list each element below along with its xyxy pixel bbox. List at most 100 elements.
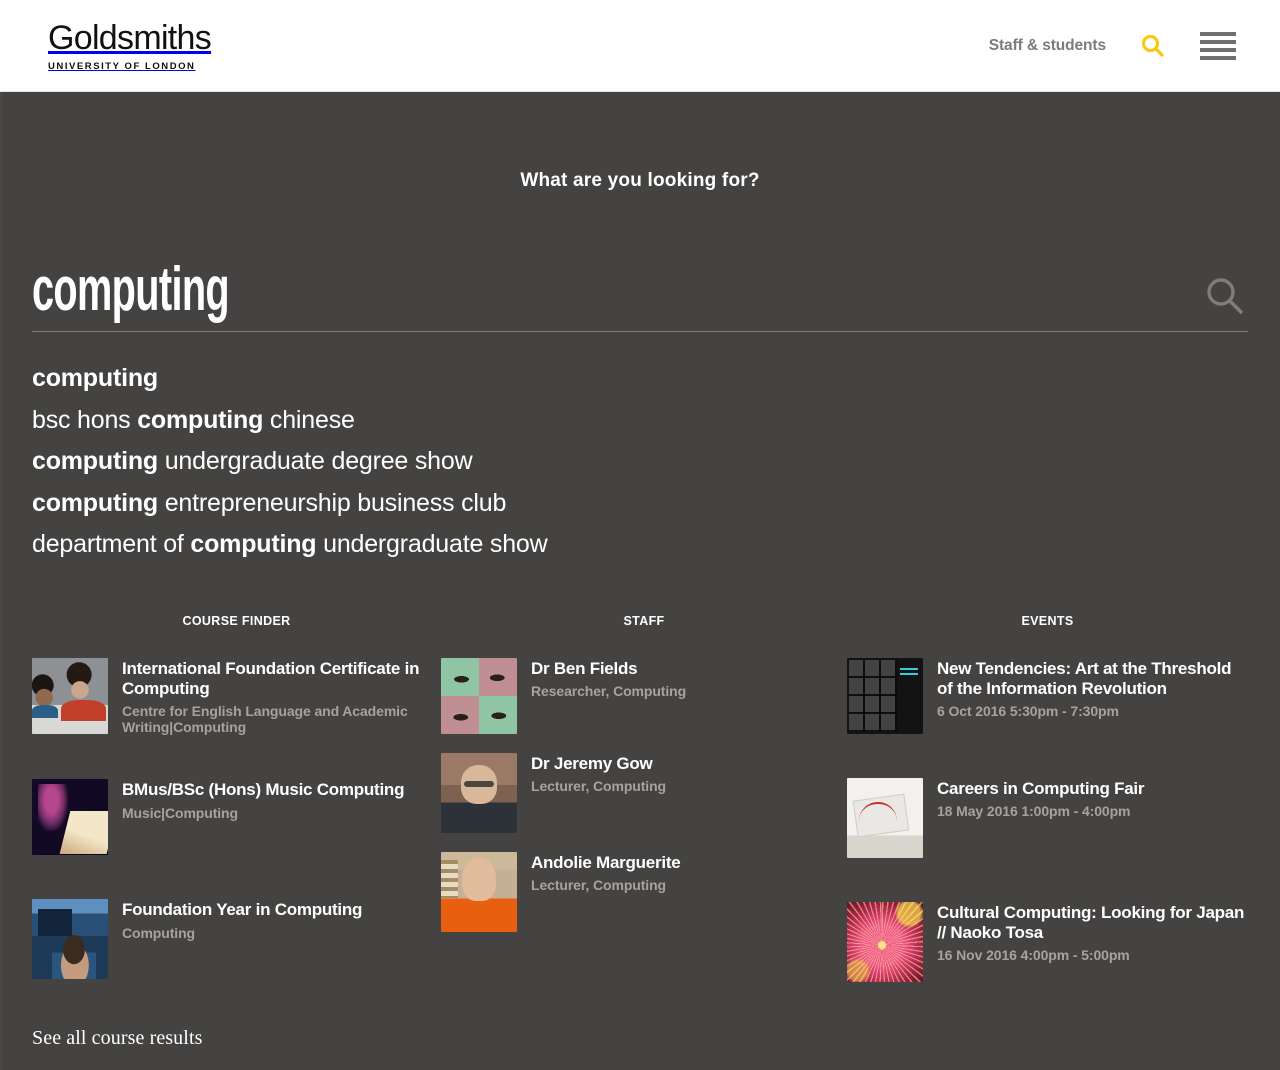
column-heading-course-finder: COURSE FINDER — [182, 613, 291, 628]
course-result-item[interactable]: International Foundation Certificate in … — [32, 657, 441, 736]
suggestion-item[interactable]: computing entrepreneurship business club — [32, 483, 1248, 525]
title-match: Computing — [1003, 902, 1092, 922]
title-match: Computing — [316, 780, 405, 800]
events-results-list: New Tendencies: Art at the Threshold of … — [847, 657, 1248, 982]
suggestion-match: computing — [137, 405, 264, 434]
column-course-finder: COURSE FINDER International Foundation C… — [32, 614, 441, 1051]
hamburger-menu-icon[interactable] — [1200, 32, 1236, 60]
site-header: Goldsmiths UNIVERSITY OF LONDON Staff & … — [0, 0, 1280, 92]
event-result-body: Careers in Computing Fair 18 May 2016 1:… — [937, 778, 1144, 819]
title-match: Computing — [274, 900, 363, 920]
search-input[interactable] — [32, 254, 608, 325]
staff-result-role: Researcher, Computing — [531, 682, 687, 699]
course-result-meta: Computing — [122, 924, 195, 941]
hamburger-bar — [1200, 56, 1236, 60]
search-submit-button[interactable] — [1202, 273, 1248, 325]
title-prefix: International Foundation Certificate in — [122, 658, 420, 678]
course-result-meta: Centre for English Language and Academic… — [122, 703, 408, 736]
andolie-marguerite-portrait-thumbnail — [441, 851, 517, 932]
jeremy-gow-portrait-thumbnail — [441, 752, 517, 833]
music-laptop-thumbnail — [32, 779, 108, 856]
search-suggestions-list: computing bsc hons computing chinese com… — [32, 358, 1248, 566]
event-result-title: Cultural Computing: Looking for Japan //… — [937, 903, 1244, 942]
suggestion-item[interactable]: department of computing undergraduate sh… — [32, 524, 1248, 566]
naoko-tosa-bloom-thumbnail — [847, 901, 923, 982]
column-heading-staff: STAFF — [623, 613, 665, 628]
course-result-meta: Music|Computing — [122, 804, 238, 821]
suggestion-prefix: bsc hons — [32, 405, 138, 434]
staff-result-item[interactable]: Dr Ben Fields Researcher, Computing — [441, 657, 847, 734]
header-actions: Staff & students — [989, 32, 1236, 60]
title-suffix: Fair — [1109, 778, 1145, 798]
search-overlay: What are you looking for? computing bsc … — [0, 92, 1280, 1070]
event-result-title: New Tendencies: Art at the Threshold of … — [937, 658, 1232, 698]
suggestion-item[interactable]: computing — [32, 358, 1248, 400]
course-result-item[interactable]: BMus/BSc (Hons) Music Computing Music|Co… — [32, 779, 441, 856]
title-prefix: Foundation Year in — [122, 900, 275, 920]
course-result-title: International Foundation Certificate in … — [122, 659, 419, 698]
event-result-item[interactable]: Cultural Computing: Looking for Japan //… — [847, 901, 1248, 982]
new-tendencies-poster-thumbnail — [847, 657, 923, 734]
column-events: EVENTS New Tendencies: Art at the Thresh… — [847, 614, 1248, 1051]
course-result-body: International Foundation Certificate in … — [122, 658, 441, 736]
event-result-body: Cultural Computing: Looking for Japan //… — [937, 902, 1248, 964]
search-icon[interactable] — [1140, 33, 1166, 59]
duotone-eyes-portrait-thumbnail — [441, 657, 517, 734]
computer-lab-thumbnail — [32, 899, 108, 980]
course-result-body: BMus/BSc (Hons) Music Computing Music|Co… — [122, 779, 404, 820]
event-result-title: Careers in Computing Fair — [937, 779, 1144, 798]
classroom-students-thumbnail — [32, 657, 108, 734]
title-match: Computing — [1022, 778, 1110, 798]
search-prompt: What are you looking for? — [520, 170, 760, 191]
column-staff: STAFF Dr Ben Fields Researcher, Computin… — [441, 614, 847, 1051]
staff-and-students-link[interactable]: Staff & students — [989, 37, 1106, 55]
staff-result-name: Andolie Marguerite — [531, 852, 681, 872]
hamburger-bar — [1200, 32, 1236, 36]
suggestion-match: computing — [32, 447, 158, 475]
staff-result-role: Lecturer, Computing — [531, 876, 666, 893]
suggestion-prefix: department of — [32, 530, 191, 558]
event-result-date: 6 Oct 2016 5:30pm - 7:30pm — [937, 703, 1119, 720]
title-match: Computing — [122, 678, 210, 698]
staff-results-list: Dr Ben Fields Researcher, Computing Dr J… — [441, 657, 847, 932]
event-result-body: New Tendencies: Art at the Threshold of … — [937, 658, 1248, 720]
suggestion-item[interactable]: computing undergraduate degree show — [32, 441, 1248, 483]
staff-result-item[interactable]: Dr Jeremy Gow Lecturer, Computing — [441, 752, 847, 833]
suggestion-match: computing — [190, 530, 317, 558]
search-area — [32, 192, 1248, 332]
staff-result-role: Lecturer, Computing — [531, 777, 666, 794]
staff-result-body: Dr Ben Fields Researcher, Computing — [531, 658, 686, 699]
course-result-body: Foundation Year in Computing Computing — [122, 899, 362, 940]
event-result-item[interactable]: New Tendencies: Art at the Threshold of … — [847, 657, 1248, 734]
search-results-columns: COURSE FINDER International Foundation C… — [32, 614, 1248, 1051]
hamburger-bar — [1200, 40, 1236, 44]
course-result-item[interactable]: Foundation Year in Computing Computing — [32, 899, 441, 980]
course-result-title: BMus/BSc (Hons) Music Computing — [122, 780, 404, 799]
suggestion-item[interactable]: bsc hons computing chinese — [32, 400, 1248, 442]
logo-wordmark: Goldsmiths — [48, 18, 212, 57]
suggestion-suffix: undergraduate degree show — [157, 447, 473, 475]
staff-result-body: Andolie Marguerite Lecturer, Computing — [531, 852, 681, 893]
staff-result-name: Dr Jeremy Gow — [531, 753, 653, 773]
course-results-list: International Foundation Certificate in … — [32, 657, 441, 980]
search-row — [32, 254, 1248, 332]
staff-result-item[interactable]: Andolie Marguerite Lecturer, Computing — [441, 851, 847, 932]
title-prefix: Cultural — [937, 902, 1004, 922]
suggestion-match: computing — [32, 488, 158, 517]
logo-subtitle: UNIVERSITY OF LONDON — [48, 60, 196, 72]
event-result-date: 16 Nov 2016 4:00pm - 5:00pm — [937, 947, 1130, 964]
title-prefix: BMus/BSc (Hons) Music — [122, 780, 317, 800]
see-all-course-results-link[interactable]: See all course results — [32, 1027, 202, 1050]
title-prefix: Careers in — [937, 778, 1023, 798]
suggestion-suffix: undergraduate show — [316, 530, 548, 558]
goldsmiths-logo[interactable]: Goldsmiths UNIVERSITY OF LONDON — [48, 18, 212, 72]
suggestion-match: computing — [32, 364, 158, 392]
course-result-title: Foundation Year in Computing — [122, 900, 362, 919]
event-result-item[interactable]: Careers in Computing Fair 18 May 2016 1:… — [847, 777, 1248, 858]
suggestion-suffix: entrepreneurship business club — [157, 488, 507, 517]
circuit-board-thumbnail — [847, 777, 923, 858]
staff-result-body: Dr Jeremy Gow Lecturer, Computing — [531, 753, 666, 794]
event-result-date: 18 May 2016 1:00pm - 4:00pm — [937, 802, 1131, 819]
hamburger-bar — [1200, 48, 1236, 52]
suggestion-suffix: chinese — [263, 405, 355, 434]
